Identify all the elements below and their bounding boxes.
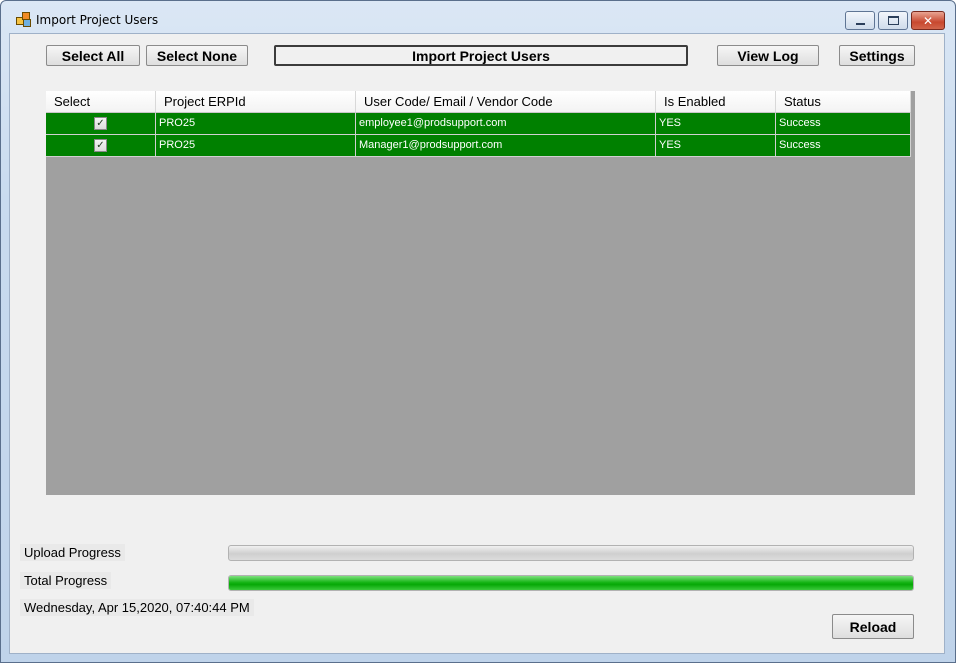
total-progress-fill — [229, 576, 913, 590]
is-enabled-cell[interactable]: YES — [656, 135, 776, 157]
form-client-area: Select All Select None Import Project Us… — [9, 33, 945, 654]
column-header-select[interactable]: Select — [46, 91, 156, 112]
status-cell[interactable]: Success — [776, 135, 911, 157]
minimize-button[interactable] — [845, 11, 875, 30]
check-icon: ✓ — [96, 139, 105, 151]
column-header-is-enabled[interactable]: Is Enabled — [656, 91, 776, 112]
timestamp-label: Wednesday, Apr 15,2020, 07:40:44 PM — [20, 599, 254, 616]
user-code-cell[interactable]: employee1@prodsupport.com — [356, 113, 656, 135]
column-header-project-erpid[interactable]: Project ERPId — [156, 91, 356, 112]
column-header-status[interactable]: Status — [776, 91, 911, 112]
maximize-button[interactable] — [878, 11, 908, 30]
project-erpid-cell[interactable]: PRO25 — [156, 113, 356, 135]
select-cell[interactable]: ✓ — [46, 113, 156, 135]
close-icon: ✕ — [922, 13, 934, 28]
row-checkbox[interactable]: ✓ — [94, 117, 107, 130]
view-log-button[interactable]: View Log — [717, 45, 819, 66]
row-checkbox[interactable]: ✓ — [94, 139, 107, 152]
title-bar[interactable]: Import Project Users ✕ — [1, 1, 955, 33]
check-icon: ✓ — [96, 117, 105, 129]
upload-progress-label: Upload Progress — [20, 544, 125, 561]
table-row[interactable]: ✓ PRO25 Manager1@prodsupport.com YES Suc… — [46, 135, 911, 157]
settings-button[interactable]: Settings — [839, 45, 915, 66]
users-grid[interactable]: Select Project ERPId User Code/ Email / … — [46, 91, 915, 495]
select-none-button[interactable]: Select None — [146, 45, 248, 66]
upload-progress-bar — [228, 545, 914, 561]
status-cell[interactable]: Success — [776, 113, 911, 135]
caption-buttons: ✕ — [845, 11, 945, 30]
reload-button[interactable]: Reload — [832, 614, 914, 639]
column-header-user-code[interactable]: User Code/ Email / Vendor Code — [356, 91, 656, 112]
grid-header: Select Project ERPId User Code/ Email / … — [46, 91, 911, 113]
table-row[interactable]: ✓ PRO25 employee1@prodsupport.com YES Su… — [46, 113, 911, 135]
close-button[interactable]: ✕ — [911, 11, 945, 30]
import-project-users-button[interactable]: Import Project Users — [274, 45, 688, 66]
total-progress-bar — [228, 575, 914, 591]
user-code-cell[interactable]: Manager1@prodsupport.com — [356, 135, 656, 157]
app-icon — [16, 12, 31, 27]
window-title: Import Project Users — [36, 13, 159, 27]
select-all-button[interactable]: Select All — [46, 45, 140, 66]
minimize-icon — [846, 12, 874, 29]
select-cell[interactable]: ✓ — [46, 135, 156, 157]
total-progress-label: Total Progress — [20, 572, 112, 589]
project-erpid-cell[interactable]: PRO25 — [156, 135, 356, 157]
import-project-users-window: Import Project Users ✕ Select All Select… — [0, 0, 956, 663]
is-enabled-cell[interactable]: YES — [656, 113, 776, 135]
maximize-icon — [879, 12, 907, 29]
